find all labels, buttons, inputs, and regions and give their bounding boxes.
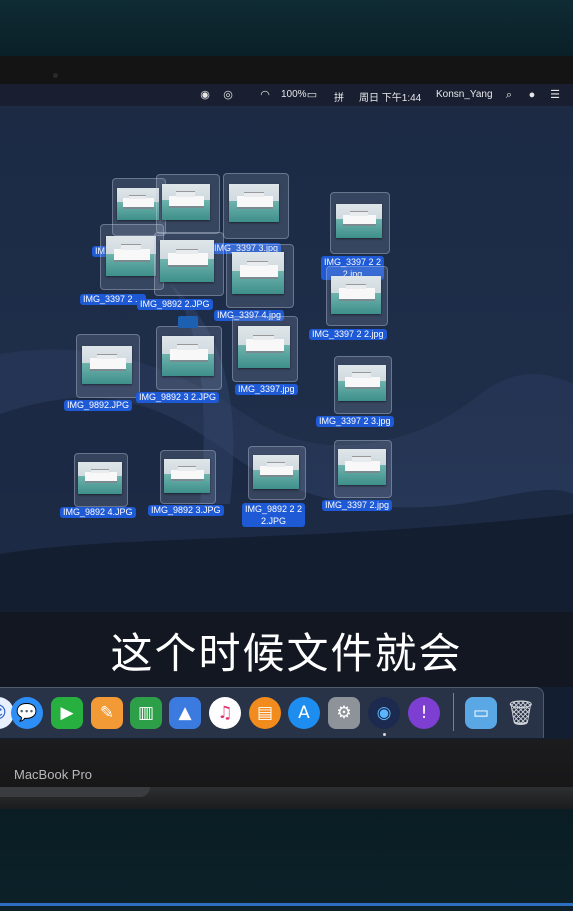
file-label[interactable]: IMG_3397.jpg xyxy=(235,384,298,395)
image-thumbnail xyxy=(232,252,284,294)
file-label[interactable]: IMG_9892.JPG xyxy=(64,400,133,411)
laptop-brand-label: MacBook Pro xyxy=(14,767,93,782)
downloads-folder-icon[interactable]: ▭ xyxy=(465,697,497,729)
image-thumbnail xyxy=(229,184,279,222)
laptop-bezel xyxy=(0,56,573,84)
image-thumbnail xyxy=(160,240,214,282)
app-store-icon[interactable]: A xyxy=(288,697,320,729)
file-label[interactable]: IMG_9892 4.JPG xyxy=(60,507,136,518)
quicktime-icon[interactable]: ◉ xyxy=(368,697,400,729)
battery-icon[interactable]: ▭ xyxy=(305,88,319,102)
laptop-hinge xyxy=(0,787,150,797)
numbers-icon[interactable]: ▥ xyxy=(130,697,162,729)
running-indicator xyxy=(383,733,386,736)
file-label[interactable]: IMG_9892 3.JPG xyxy=(148,505,224,516)
menu-bar: ◉ ◎ ◠ 100% ▭ 拼 周日 下午1:44 Konsn_Yang ⌕ ● … xyxy=(0,84,573,106)
messages-icon[interactable]: 💬 xyxy=(11,697,43,729)
file-label[interactable]: IMG_9892 2.JPG xyxy=(137,299,213,310)
dock-separator xyxy=(453,693,454,731)
user-name[interactable]: Konsn_Yang xyxy=(436,89,493,100)
video-background-top xyxy=(0,0,573,60)
image-thumbnail xyxy=(331,276,381,314)
keynote-icon[interactable]: ▲ xyxy=(169,697,201,729)
input-method-indicator[interactable]: 拼 xyxy=(334,89,344,104)
image-thumbnail xyxy=(162,336,214,376)
image-thumbnail xyxy=(82,346,132,384)
wifi-icon[interactable]: ◠ xyxy=(258,88,272,102)
file-label[interactable]: IMG_9892 2 2 2.JPG xyxy=(242,503,306,527)
itunes-icon[interactable]: ♫ xyxy=(209,697,241,729)
image-thumbnail xyxy=(338,365,386,401)
clock[interactable]: 周日 下午1:44 xyxy=(359,89,421,104)
file-label[interactable]: IMG_3397 2 2.jpg xyxy=(309,329,387,340)
file-label[interactable]: IMG_3397 2.jpg xyxy=(322,500,393,511)
image-thumbnail xyxy=(106,236,156,276)
file-label[interactable]: IMG_3397 2 3.jpg xyxy=(316,416,394,427)
trash-icon[interactable]: 🗑 xyxy=(505,697,537,729)
webcam xyxy=(53,73,58,78)
file-label[interactable]: IMG_9892 3 2.JPG xyxy=(136,392,220,403)
image-thumbnail xyxy=(78,462,122,494)
battery-percentage[interactable]: 100% xyxy=(281,89,307,100)
ibooks-icon[interactable]: ▤ xyxy=(249,697,281,729)
record-icon[interactable]: ◉ xyxy=(198,88,212,102)
file-label[interactable]: IMG_3397 2 ... xyxy=(80,294,146,305)
pages-icon[interactable]: ✎ xyxy=(91,697,123,729)
video-subtitle: 这个时候文件就会 xyxy=(110,629,463,678)
image-thumbnail xyxy=(117,188,159,220)
progress-line xyxy=(0,903,573,906)
image-thumbnail xyxy=(238,326,290,368)
system-preferences-icon[interactable]: ⚙ xyxy=(328,697,360,729)
notification-center-icon[interactable]: ☰ xyxy=(548,88,562,102)
facetime-icon[interactable]: ▶ xyxy=(51,697,83,729)
image-thumbnail xyxy=(336,204,382,238)
airplay-icon[interactable]: ◎ xyxy=(221,88,235,102)
folder-tab-icon xyxy=(178,316,198,328)
siri-icon[interactable]: ● xyxy=(525,88,539,102)
image-thumbnail xyxy=(162,184,210,220)
image-thumbnail xyxy=(253,455,299,489)
image-thumbnail xyxy=(338,449,386,485)
feedback-assistant-icon[interactable]: ! xyxy=(408,697,440,729)
spotlight-search-icon[interactable]: ⌕ xyxy=(502,88,516,102)
video-background-bottom xyxy=(0,809,573,911)
image-thumbnail xyxy=(164,459,210,493)
